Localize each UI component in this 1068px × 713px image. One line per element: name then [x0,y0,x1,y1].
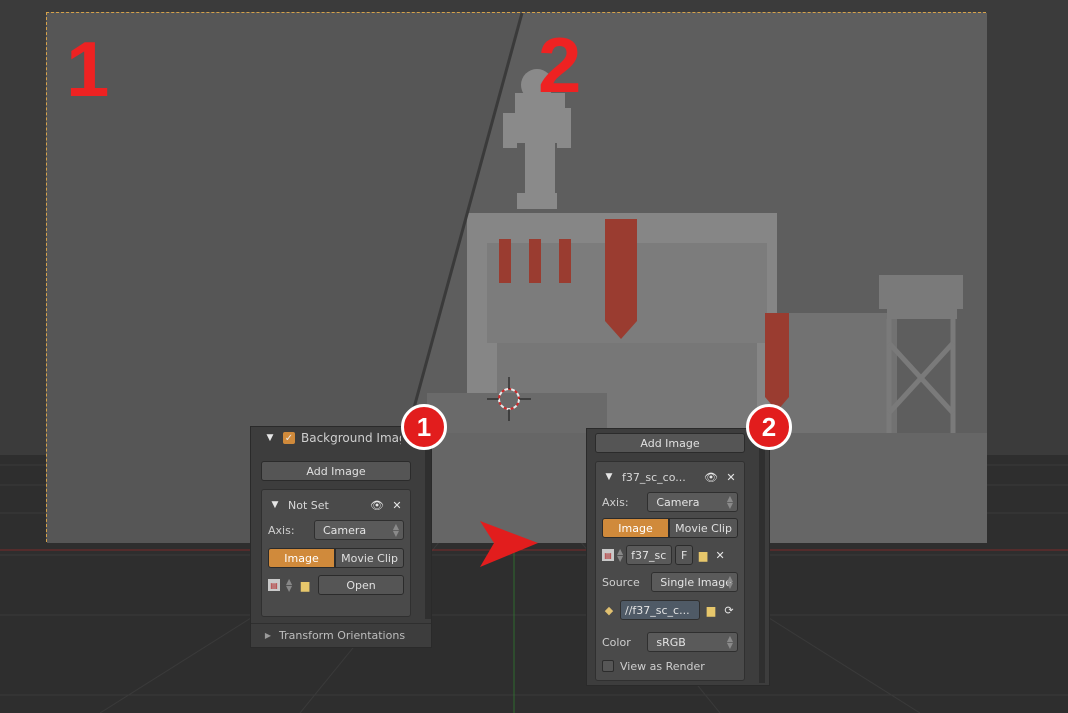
updown-icon: ▲ ▼ [726,634,733,650]
color-space-select[interactable]: sRGB ▲ ▼ [647,632,738,652]
axis-select[interactable]: Camera ▲ ▼ [314,520,404,540]
color-space-value: sRGB [656,635,686,649]
tab-image[interactable]: Image [602,518,670,538]
view-as-render-label: View as Render [620,659,705,673]
eye-icon[interactable]: 👁 [370,498,384,512]
entry-name: f37_sc_co... [622,470,686,484]
background-images-panel-after: Add Image ▼ f37_sc_co... 👁 ✕ Axis: Camer… [586,428,770,686]
scrollbar[interactable] [425,449,431,619]
filepath-field[interactable]: //f37_sc_c... [620,600,700,620]
step-number-2: 2 [538,21,582,109]
expand-triangle-icon: ▶ [264,631,272,640]
disclosure-triangle-icon[interactable]: ▼ [263,431,277,445]
source-value: Single Image [660,575,733,589]
folder-icon[interactable]: ▆ [704,603,718,617]
collapse-triangle-icon[interactable]: ▼ [602,470,616,484]
background-images-title: Background Images [301,431,401,445]
arrow-right-icon [480,521,538,567]
source-select[interactable]: Single Image ▲ ▼ [651,572,738,592]
add-image-button[interactable]: Add Image [595,433,745,453]
add-image-button[interactable]: Add Image [261,461,411,481]
3d-viewport[interactable]: 1 2 [0,0,1068,713]
step-number-1: 1 [66,25,110,113]
transform-orientations-title: Transform Orientations [279,629,406,642]
background-image-entry: ▼ f37_sc_co... 👁 ✕ Axis: Camera ▲ ▼ Image… [595,461,745,681]
background-image-entry: ▼ Not Set 👁 ✕ Axis: Camera ▲ ▼ Image Movi… [261,489,411,617]
updown-icon: ▲ ▼ [726,574,733,590]
fake-user-button[interactable]: F [675,545,694,565]
image-name-field[interactable]: f37_sc [626,545,673,565]
axis-select[interactable]: Camera ▲ ▼ [647,492,738,512]
tab-movie-clip[interactable]: Movie Clip [669,518,738,538]
entry-name: Not Set [288,498,329,512]
axis-value: Camera [656,495,700,509]
image-browse-icon[interactable]: ▤ [268,579,280,591]
source-label: Source [602,575,640,589]
background-image-render [47,13,987,543]
updown-icon: ▲ ▼ [726,494,733,510]
updown-icon: ▲ ▼ [617,547,624,563]
transform-orientations-header[interactable]: ▶ Transform Orientations [251,623,431,647]
collapse-triangle-icon[interactable]: ▼ [268,498,282,512]
scrollbar[interactable] [759,433,765,683]
step-badge-1: 1 [401,404,447,450]
close-icon[interactable]: ✕ [390,498,404,512]
close-icon[interactable]: ✕ [713,548,727,562]
camera-frame [46,12,987,543]
view-as-render-checkbox[interactable] [602,660,614,672]
axis-label: Axis: [268,523,295,537]
reload-icon[interactable]: ⟳ [722,603,736,617]
axis-value: Camera [323,523,367,537]
folder-icon[interactable]: ▆ [298,578,312,592]
open-button[interactable]: Open [318,575,404,595]
folder-icon[interactable]: ▆ [696,548,710,562]
file-icon: ◆ [604,603,614,617]
tab-movie-clip[interactable]: Movie Clip [335,548,404,568]
tab-image[interactable]: Image [268,548,336,568]
color-label: Color [602,635,631,649]
step-badge-2: 2 [746,404,792,450]
close-icon[interactable]: ✕ [724,470,738,484]
axis-label: Axis: [602,495,629,509]
checkbox-checked-icon[interactable]: ✓ [283,432,295,444]
background-images-panel-before: ▼ ✓ Background Images Add Image ▼ Not Se… [250,426,432,648]
updown-icon: ▲ ▼ [392,522,399,538]
screenshot: 1 2 ▼ ✓ Background Images Add Image ▼ No… [0,0,1068,713]
image-browse-icon[interactable]: ▤ [602,549,614,561]
eye-icon[interactable]: 👁 [704,470,718,484]
updown-icon: ▲ ▼ [286,577,293,593]
